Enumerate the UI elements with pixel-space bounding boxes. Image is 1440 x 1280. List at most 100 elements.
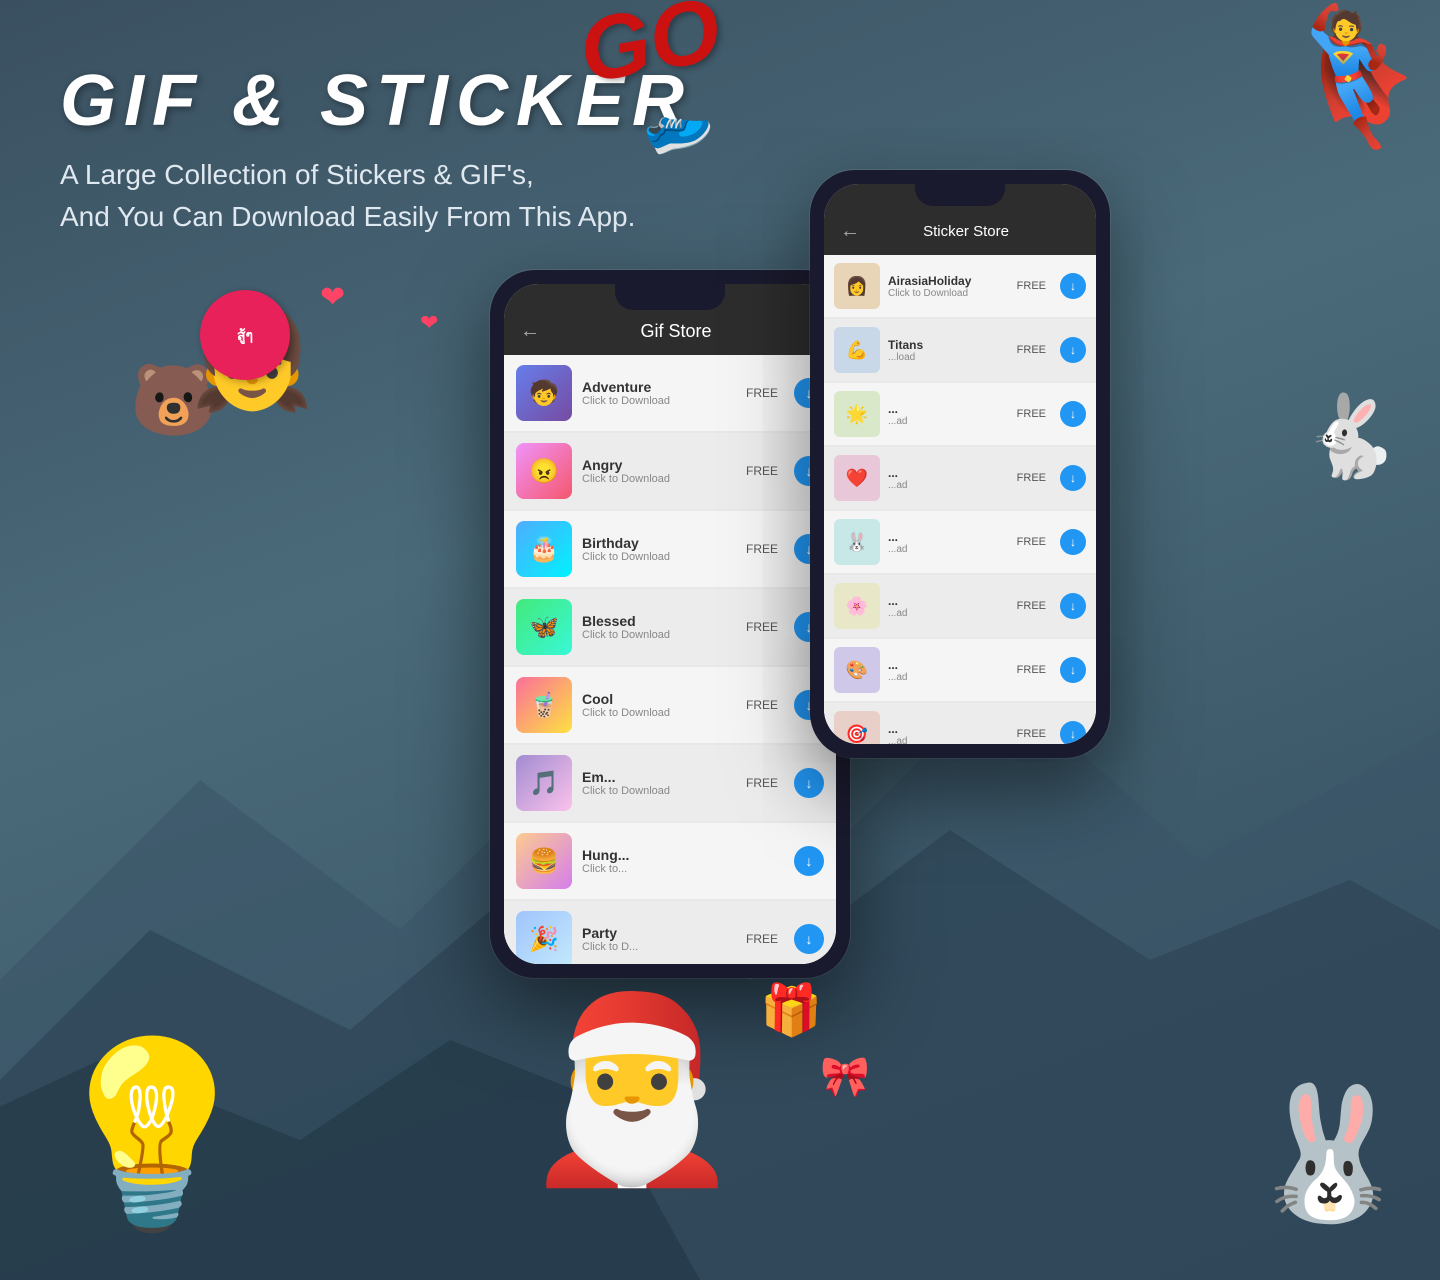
bunny-character: 🐰 [1248,1077,1410,1230]
item-info: Party Click to D... [582,925,736,953]
gif-store-phone: ← Gif Store 🧒 Adventure Click to Downloa… [490,270,850,978]
sticker-subtitle: ...ad [888,736,1009,745]
sticker-name: AirasiaHoliday [888,274,1009,288]
item-subtitle: Click to Download [582,707,736,719]
santa-character: 🎅 [520,1000,744,1180]
download-button[interactable]: ↓ [1060,593,1086,619]
sticker-name: ... [888,530,1009,544]
item-info: Hung... Click to... [582,847,768,875]
item-price: FREE [1017,344,1046,356]
heart-decoration: ❤ [320,280,345,315]
item-info: Adventure Click to Download [582,379,736,407]
gif-store-screen: ← Gif Store 🧒 Adventure Click to Downloa… [504,284,836,964]
astroboy-character: 🦸 [1278,0,1440,153]
item-name: Em... [582,769,736,785]
list-item[interactable]: 🎯 ... ...ad FREE ↓ [824,703,1096,744]
download-button[interactable]: ↓ [1060,401,1086,427]
sticker-info: ... ...ad [888,466,1009,491]
bunny-present-character: 🐇 [1300,390,1400,484]
list-item[interactable]: 👩 AirasiaHoliday Click to Download FREE … [824,255,1096,317]
download-button[interactable]: ↓ [794,924,824,954]
download-button[interactable]: ↓ [1060,529,1086,555]
sticker-store-title: Sticker Store [872,223,1060,240]
item-name: Blessed [582,613,736,629]
item-info: Em... Click to Download [582,769,736,797]
item-price: FREE [746,542,778,556]
item-name: Hung... [582,847,768,863]
list-item[interactable]: 🌸 ... ...ad FREE ↓ [824,575,1096,637]
list-item[interactable]: 🌟 ... ...ad FREE ↓ [824,383,1096,445]
sticker-name: Titans [888,338,1009,352]
sticker-info: ... ...ad [888,402,1009,427]
item-name: Party [582,925,736,941]
list-item[interactable]: 🧒 Adventure Click to Download FREE ↓ [504,355,836,431]
sticker-thumbnail: 🐰 [834,519,880,565]
item-subtitle: Click to Download [582,785,736,797]
item-price: FREE [746,464,778,478]
sticker-store-list: 👩 AirasiaHoliday Click to Download FREE … [824,255,1096,744]
item-thumbnail: 🧋 [516,677,572,733]
sticker-subtitle: ...ad [888,416,1009,427]
download-button[interactable]: ↓ [1060,721,1086,744]
item-info: Birthday Click to Download [582,535,736,563]
sticker-name: ... [888,466,1009,480]
item-subtitle: Click to Download [582,395,736,407]
phone2-notch [915,184,1005,206]
sticker-name: ... [888,402,1009,416]
gif-store-title: Gif Store [552,321,800,342]
item-subtitle: Click to Download [582,629,736,641]
sticker-subtitle: ...load [888,352,1009,363]
sticker-store-phone: ← Sticker Store 👩 AirasiaHoliday Click t… [810,170,1110,758]
download-button[interactable]: ↓ [1060,657,1086,683]
sticker-subtitle: ...ad [888,480,1009,491]
item-price: FREE [1017,536,1046,548]
item-thumbnail: 🦋 [516,599,572,655]
phones-container: ← Gif Store 🧒 Adventure Click to Downloa… [490,220,850,978]
item-price: FREE [1017,664,1046,676]
list-item[interactable]: 🐰 ... ...ad FREE ↓ [824,511,1096,573]
list-item[interactable]: 🦋 Blessed Click to Download FREE ↓ [504,589,836,665]
item-info: Angry Click to Download [582,457,736,485]
sticker-thumbnail: 🌸 [834,583,880,629]
list-item[interactable]: 💪 Titans ...load FREE ↓ [824,319,1096,381]
download-button[interactable]: ↓ [794,846,824,876]
sticker-name: ... [888,658,1009,672]
list-item[interactable]: 😠 Angry Click to Download FREE ↓ [504,433,836,509]
sticker-subtitle: Click to Download [888,288,1009,299]
gif-store-list: 🧒 Adventure Click to Download FREE ↓ 😠 A… [504,355,836,964]
item-thumbnail: 😠 [516,443,572,499]
item-price: FREE [746,698,778,712]
download-button[interactable]: ↓ [1060,337,1086,363]
sticker-thumbnail: 💪 [834,327,880,373]
back-button-2[interactable]: ← [840,220,860,243]
sticker-thumbnail: 👩 [834,263,880,309]
heart-decoration-2: ❤ [420,310,438,336]
sticker-thumbnail: 🎨 [834,647,880,693]
item-name: Adventure [582,379,736,395]
item-price: FREE [1017,280,1046,292]
sticker-info: ... ...ad [888,658,1009,683]
list-item[interactable]: 🎵 Em... Click to Download FREE ↓ [504,745,836,821]
download-button[interactable]: ↓ [794,768,824,798]
list-item[interactable]: 🎂 Birthday Click to Download FREE ↓ [504,511,836,587]
sticker-info: ... ...ad [888,722,1009,745]
list-item[interactable]: 🧋 Cool Click to Download FREE ↓ [504,667,836,743]
list-item[interactable]: ❤️ ... ...ad FREE ↓ [824,447,1096,509]
back-button[interactable]: ← [520,320,540,343]
download-button[interactable]: ↓ [1060,465,1086,491]
list-item[interactable]: 🎉 Party Click to D... FREE ↓ [504,901,836,964]
gift-box-2: 🎀 [820,1053,870,1100]
item-price: FREE [1017,408,1046,420]
sticker-subtitle: ...ad [888,608,1009,619]
gift-box-1: 🎁 [760,981,822,1040]
item-price: FREE [1017,600,1046,612]
item-thumbnail: 🍔 [516,833,572,889]
sticker-subtitle: ...ad [888,672,1009,683]
item-subtitle: Click to Download [582,473,736,485]
list-item[interactable]: 🍔 Hung... Click to... ↓ [504,823,836,899]
list-item[interactable]: 🎨 ... ...ad FREE ↓ [824,639,1096,701]
item-price: FREE [746,776,778,790]
item-price: FREE [746,620,778,634]
download-button[interactable]: ↓ [1060,273,1086,299]
item-name: Cool [582,691,736,707]
